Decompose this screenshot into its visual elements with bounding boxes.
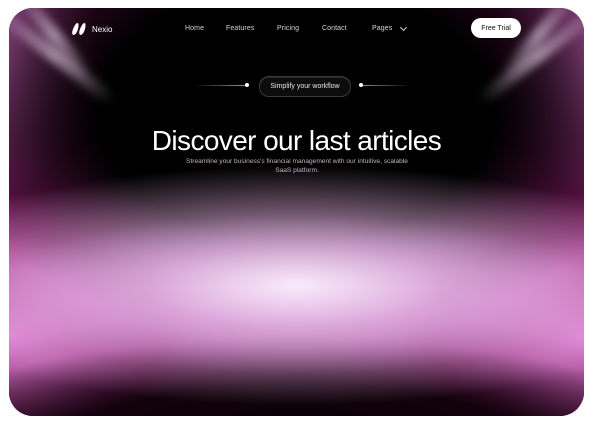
nexio-logo-icon xyxy=(71,23,87,35)
nav-link-features[interactable]: Features xyxy=(226,25,254,32)
hero-title: Discover our last articles xyxy=(151,124,442,156)
divider-line xyxy=(194,85,246,86)
badge-row: Simplify your workflow xyxy=(9,76,584,97)
free-trial-button[interactable]: Free Trial xyxy=(471,18,521,38)
brand-name: Nexio xyxy=(92,24,113,34)
divider-line xyxy=(359,85,411,86)
workflow-badge: Simplify your workflow xyxy=(259,76,351,97)
nav-link-pricing[interactable]: Pricing xyxy=(277,25,299,32)
chevron-down-icon xyxy=(400,23,408,31)
brand-logo[interactable]: Nexio xyxy=(71,23,113,35)
nav-dropdown-pages[interactable]: Pages xyxy=(372,23,408,32)
hero-subtitle: Streamline your business's financial man… xyxy=(186,157,408,174)
nav-link-home[interactable]: Home xyxy=(185,25,204,32)
nav-link-pages: Pages xyxy=(372,25,393,32)
nav-link-contact[interactable]: Contact xyxy=(322,25,347,32)
hero-background-glow xyxy=(9,8,584,416)
divider-dot xyxy=(245,83,249,87)
hero-frame: Nexio Home Features Pricing Contact Page… xyxy=(9,8,584,416)
top-navigation: Nexio Home Features Pricing Contact Page… xyxy=(9,8,584,48)
